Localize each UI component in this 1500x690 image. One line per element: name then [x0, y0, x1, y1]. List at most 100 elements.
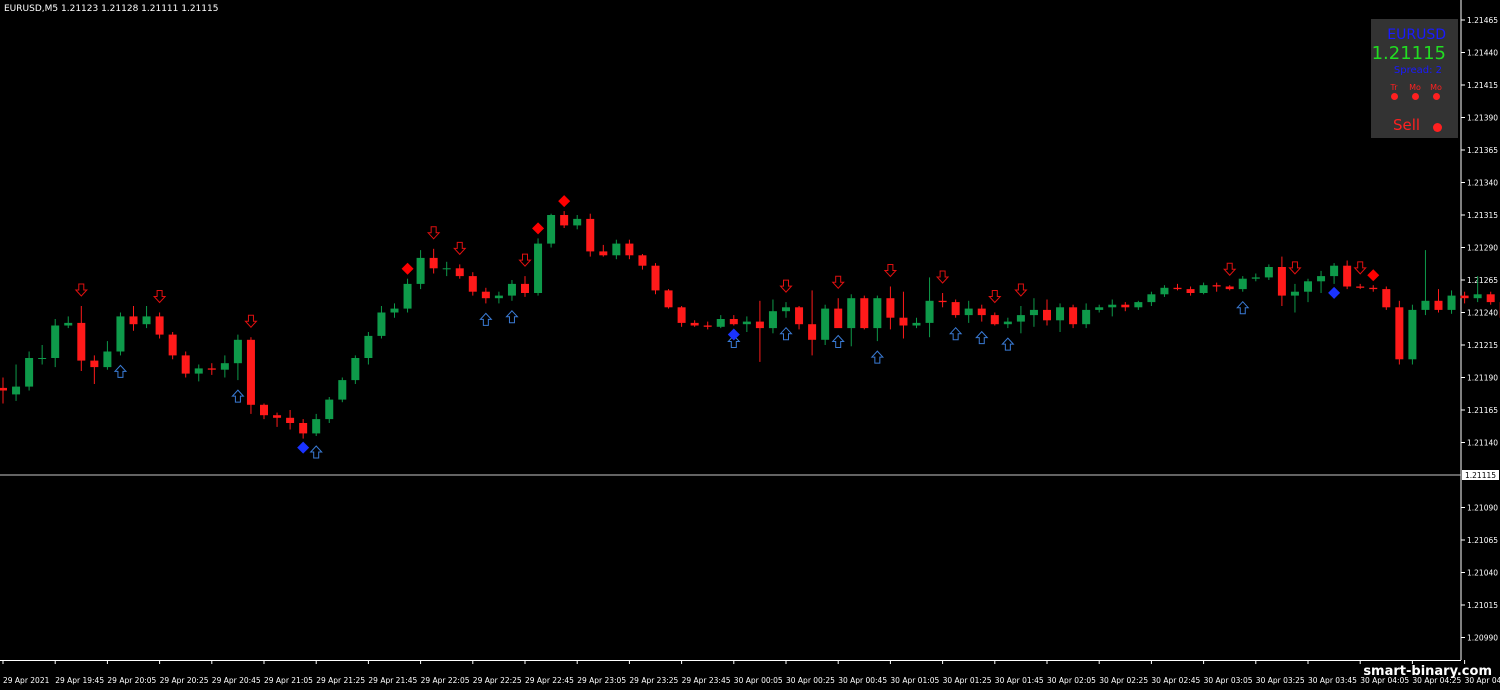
candle-body: [1134, 302, 1143, 308]
candle-body: [1304, 281, 1312, 292]
candle-body: [155, 316, 164, 335]
candle-body: [612, 243, 621, 256]
candle-body: [1343, 265, 1352, 287]
candle-body: [1356, 286, 1365, 288]
sell-arrow-icon: [1288, 261, 1302, 275]
candle-body: [1421, 300, 1430, 310]
symbol-timeframe: EURUSD,M5: [4, 4, 59, 14]
candle-body: [1095, 307, 1104, 310]
candle-body: [1108, 304, 1117, 308]
candle-body: [286, 417, 295, 423]
panel-symbol: EURUSD: [1387, 27, 1446, 43]
time-tick-label: 30 Apr 02:25: [1099, 676, 1148, 685]
sell-arrow-icon: [1353, 261, 1367, 275]
candle-body: [1473, 294, 1482, 299]
chart-window[interactable]: 1.21465 1.21440 1.21415 1.21390 1.21365 1.213…: [0, 0, 1500, 690]
panel-spread: Spread: 2: [1393, 65, 1442, 76]
indicator-momentum-2: Mo: [1428, 83, 1444, 100]
candle-body: [951, 302, 960, 316]
price-tick-label: 1.21365: [1467, 146, 1498, 155]
price-tick-label: 1.21015: [1467, 601, 1498, 610]
candle-body: [1369, 287, 1378, 290]
candle-body: [1290, 291, 1299, 296]
candle-body: [521, 283, 529, 293]
candle-body: [1016, 315, 1025, 322]
sell-arrow-icon: [935, 270, 950, 284]
signal-panel: EURUSD 1.21115 Spread: 2 Tr Mo Mo Sell: [1371, 19, 1458, 138]
time-tick-label: 29 Apr 20:25: [160, 676, 209, 685]
buy-arrow-icon: [949, 326, 963, 341]
sell-arrow-icon: [152, 290, 167, 304]
candle-body: [1199, 285, 1208, 293]
candle-body: [494, 295, 503, 299]
indicator-label: Tr: [1390, 83, 1398, 92]
candle-body: [1173, 287, 1182, 290]
indicator-dot-icon: [1432, 93, 1440, 100]
indicator-momentum-1: Mo: [1407, 83, 1423, 100]
candle-body: [207, 368, 216, 370]
candle-body: [938, 300, 947, 303]
candle-body: [729, 319, 738, 325]
candle-body: [768, 311, 777, 329]
candle-body: [351, 358, 360, 381]
candle-body: [25, 358, 34, 387]
candle-body: [468, 276, 477, 292]
candle-body: [1056, 307, 1065, 321]
candle-body: [38, 358, 47, 359]
price-tick-label: 1.20990: [1467, 634, 1498, 643]
candle-body: [873, 298, 882, 329]
time-tick-label: 30 Apr 00:25: [786, 676, 835, 685]
candle-body: [338, 380, 347, 400]
sell-arrow-icon: [244, 314, 258, 328]
price-tick-label: 1.21340: [1467, 179, 1498, 188]
indicator-label: Mo: [1409, 83, 1421, 92]
candle-body: [403, 283, 412, 309]
candle-body: [129, 316, 138, 325]
sell-diamond-icon: [401, 262, 414, 275]
candle-body: [1225, 286, 1234, 290]
candle-body: [90, 360, 99, 368]
time-tick-label: 30 Apr 00:05: [734, 676, 783, 685]
time-tick-label: 30 Apr 00:45: [838, 676, 887, 685]
sell-arrow-icon: [74, 283, 88, 297]
signal-dot-icon: [1433, 123, 1442, 132]
candle-body: [977, 308, 986, 316]
price-tick-label: 1.21090: [1467, 504, 1498, 513]
candle-body: [860, 298, 869, 329]
candle-body: [847, 298, 856, 329]
price-tick-label: 1.21215: [1467, 341, 1498, 350]
time-tick-label: 30 Apr 01:25: [943, 676, 992, 685]
time-tick-label: 29 Apr 22:25: [473, 676, 522, 685]
sell-arrow-icon: [1223, 262, 1237, 276]
time-tick-label: 29 Apr 21:25: [316, 676, 365, 685]
price-tick-label: 1.21240: [1467, 309, 1498, 318]
candle-body: [0, 387, 7, 391]
candle-body: [1486, 294, 1495, 303]
candle-body: [651, 265, 660, 291]
watermark: smart-binary.com: [1363, 664, 1492, 679]
sell-arrow-icon: [988, 290, 1002, 304]
time-tick-label: 29 Apr 23:25: [629, 676, 678, 685]
candle-body: [220, 363, 229, 370]
ohlc-readout: 1.21123 1.21128 1.21111 1.21115: [61, 4, 219, 14]
candle-body: [1408, 309, 1417, 360]
candle-body: [12, 386, 21, 395]
time-tick-label: 29 Apr 19:45: [55, 676, 104, 685]
time-tick-label: 30 Apr 01:45: [995, 676, 1044, 685]
candle-body: [77, 322, 86, 361]
sell-arrow-icon: [831, 275, 845, 289]
candle-body: [1121, 304, 1130, 308]
candle-body: [912, 322, 921, 326]
time-tick-label: 29 Apr 20:45: [212, 676, 261, 685]
price-tick-label: 1.21290: [1467, 244, 1498, 253]
time-tick-label: 30 Apr 03:25: [1256, 676, 1305, 685]
candle-body: [808, 324, 817, 340]
indicator-dot-icon: [1390, 93, 1398, 100]
candle-body: [1029, 309, 1038, 316]
price-chart[interactable]: 1.21465 1.21440 1.21415 1.21390 1.21365 1.213…: [0, 0, 1500, 690]
buy-arrow-icon: [479, 312, 493, 326]
chart-header: EURUSD,M5 1.21123 1.21128 1.21111 1.2111…: [4, 4, 218, 14]
sell-diamond-icon: [1367, 269, 1380, 282]
candle-body: [1069, 307, 1078, 325]
candle-body: [1043, 309, 1051, 321]
